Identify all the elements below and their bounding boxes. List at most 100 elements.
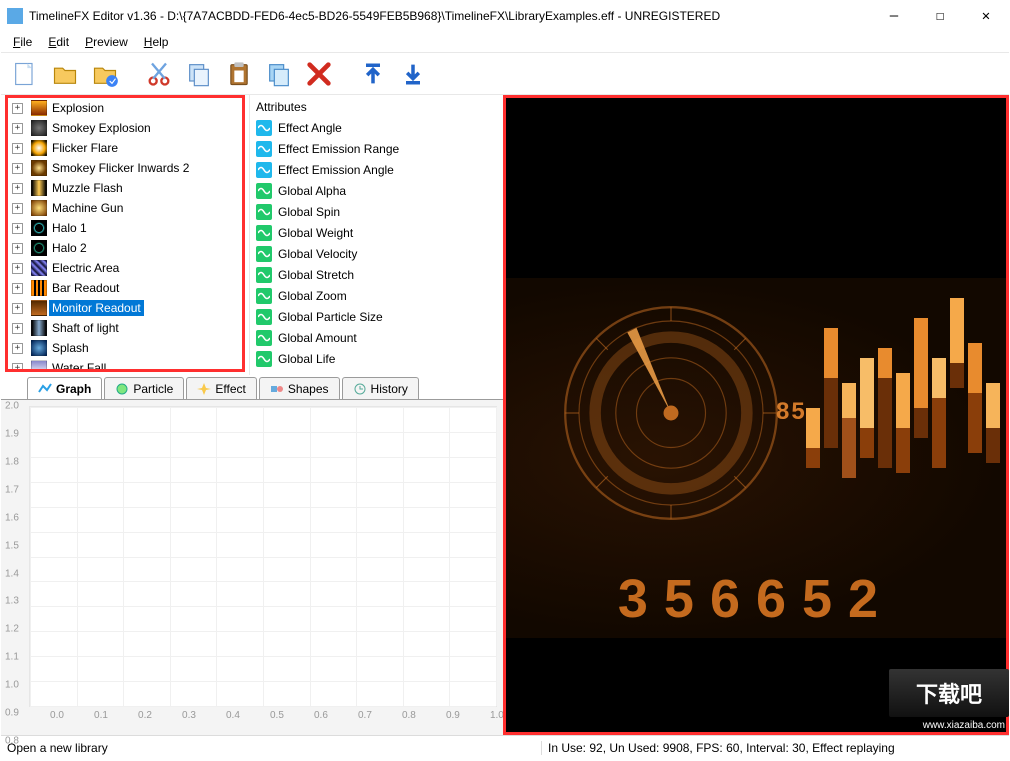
status-hint: Open a new library bbox=[1, 741, 541, 755]
attribute-label: Global Zoom bbox=[278, 289, 347, 303]
expand-icon[interactable]: + bbox=[12, 363, 23, 370]
effect-thumbnail bbox=[31, 180, 47, 196]
wave-icon bbox=[256, 120, 272, 136]
gauge-value: 85 bbox=[776, 398, 807, 426]
tree-item[interactable]: + Smokey Flicker Inwards 2 bbox=[8, 158, 242, 178]
attribute-row[interactable]: Effect Emission Angle bbox=[254, 159, 499, 180]
tab-effect[interactable]: Effect bbox=[186, 377, 256, 399]
tab-shapes[interactable]: Shapes bbox=[259, 377, 340, 399]
effect-thumbnail bbox=[31, 200, 47, 216]
delete-button[interactable] bbox=[301, 56, 337, 92]
effect-thumbnail bbox=[31, 300, 47, 316]
import-button[interactable] bbox=[355, 56, 391, 92]
tree-item-label: Muzzle Flash bbox=[49, 180, 126, 196]
attribute-label: Global Alpha bbox=[278, 184, 346, 198]
expand-icon[interactable]: + bbox=[12, 243, 23, 254]
wave-icon bbox=[256, 267, 272, 283]
attribute-row[interactable]: Global Spin bbox=[254, 201, 499, 222]
tree-item[interactable]: + Shaft of light bbox=[8, 318, 242, 338]
effect-thumbnail bbox=[31, 120, 47, 136]
wave-icon bbox=[256, 309, 272, 325]
duplicate-button[interactable] bbox=[261, 56, 297, 92]
new-library-button[interactable] bbox=[7, 56, 43, 92]
tree-item[interactable]: + Explosion bbox=[8, 98, 242, 118]
attribute-row[interactable]: Global Stretch bbox=[254, 264, 499, 285]
attribute-label: Global Life bbox=[278, 352, 335, 366]
attributes-panel: Attributes Effect Angle Effect Emission … bbox=[249, 95, 503, 375]
attribute-row[interactable]: Global Weight bbox=[254, 222, 499, 243]
tree-item-label: Water Fall bbox=[49, 360, 109, 369]
attribute-row[interactable]: Effect Emission Range bbox=[254, 138, 499, 159]
attribute-row[interactable]: Global Particle Size bbox=[254, 306, 499, 327]
tree-item[interactable]: + Flicker Flare bbox=[8, 138, 242, 158]
tree-item-label: Shaft of light bbox=[49, 320, 122, 336]
save-button[interactable] bbox=[87, 56, 123, 92]
tab-shapes-label: Shapes bbox=[288, 382, 329, 396]
tree-item[interactable]: + Machine Gun bbox=[8, 198, 242, 218]
close-button[interactable]: ✕ bbox=[963, 1, 1009, 31]
tree-item-label: Smokey Explosion bbox=[49, 120, 154, 136]
tabs-row: Graph Particle Effect Shapes History bbox=[1, 375, 503, 399]
toolbar bbox=[1, 53, 1009, 95]
effect-thumbnail bbox=[31, 360, 47, 369]
menu-help[interactable]: Help bbox=[136, 33, 177, 51]
tree-item-label: Bar Readout bbox=[49, 280, 122, 296]
tree-item-label: Halo 2 bbox=[49, 240, 90, 256]
tree-item[interactable]: + Halo 2 bbox=[8, 238, 242, 258]
cut-button[interactable] bbox=[141, 56, 177, 92]
paste-button[interactable] bbox=[221, 56, 257, 92]
tree-item[interactable]: + Smokey Explosion bbox=[8, 118, 242, 138]
expand-icon[interactable]: + bbox=[12, 203, 23, 214]
attribute-label: Effect Angle bbox=[278, 121, 342, 135]
tab-graph[interactable]: Graph bbox=[27, 377, 102, 399]
graph-icon bbox=[38, 382, 52, 396]
expand-icon[interactable]: + bbox=[12, 263, 23, 274]
expand-icon[interactable]: + bbox=[12, 163, 23, 174]
menu-bar: File Edit Preview Help bbox=[1, 31, 1009, 53]
graph-canvas[interactable] bbox=[29, 406, 497, 707]
expand-icon[interactable]: + bbox=[12, 103, 23, 114]
menu-edit[interactable]: Edit bbox=[40, 33, 77, 51]
minimize-button[interactable]: — bbox=[871, 1, 917, 31]
attribute-row[interactable]: Global Alpha bbox=[254, 180, 499, 201]
attribute-row[interactable]: Global Zoom bbox=[254, 285, 499, 306]
wave-icon bbox=[256, 183, 272, 199]
tree-item[interactable]: + Electric Area bbox=[8, 258, 242, 278]
tab-history[interactable]: History bbox=[342, 377, 419, 399]
expand-icon[interactable]: + bbox=[12, 143, 23, 154]
attribute-row[interactable]: Effect Angle bbox=[254, 117, 499, 138]
tree-item[interactable]: + Bar Readout bbox=[8, 278, 242, 298]
wave-icon bbox=[256, 225, 272, 241]
menu-file[interactable]: File bbox=[5, 33, 40, 51]
expand-icon[interactable]: + bbox=[12, 343, 23, 354]
history-icon bbox=[353, 382, 367, 396]
effect-thumbnail bbox=[31, 320, 47, 336]
tree-item[interactable]: + Water Fall bbox=[8, 358, 242, 369]
graph-panel: 0.00.10.20.30.40.50.60.70.80.91.0 0.80.9… bbox=[1, 399, 503, 735]
attribute-row[interactable]: Global Velocity bbox=[254, 243, 499, 264]
tree-item[interactable]: + Halo 1 bbox=[8, 218, 242, 238]
preview-viewport[interactable]: 85 356652 bbox=[503, 95, 1009, 735]
tree-item[interactable]: + Monitor Readout bbox=[8, 298, 242, 318]
expand-icon[interactable]: + bbox=[12, 123, 23, 134]
attribute-row[interactable]: Global Amount bbox=[254, 327, 499, 348]
expand-icon[interactable]: + bbox=[12, 223, 23, 234]
attributes-header: Attributes bbox=[254, 97, 499, 117]
menu-preview[interactable]: Preview bbox=[77, 33, 136, 51]
expand-icon[interactable]: + bbox=[12, 183, 23, 194]
expand-icon[interactable]: + bbox=[12, 303, 23, 314]
maximize-button[interactable]: ☐ bbox=[917, 1, 963, 31]
effect-thumbnail bbox=[31, 220, 47, 236]
open-library-button[interactable] bbox=[47, 56, 83, 92]
effect-thumbnail bbox=[31, 140, 47, 156]
expand-icon[interactable]: + bbox=[12, 323, 23, 334]
effects-tree[interactable]: + Explosion+ Smokey Explosion+ Flicker F… bbox=[5, 95, 245, 372]
expand-icon[interactable]: + bbox=[12, 283, 23, 294]
tree-item[interactable]: + Splash bbox=[8, 338, 242, 358]
tab-particle[interactable]: Particle bbox=[104, 377, 184, 399]
tree-item[interactable]: + Muzzle Flash bbox=[8, 178, 242, 198]
export-button[interactable] bbox=[395, 56, 431, 92]
watermark-url: www.xiazaiba.com bbox=[923, 720, 1005, 731]
attribute-row[interactable]: Global Life bbox=[254, 348, 499, 369]
copy-button[interactable] bbox=[181, 56, 217, 92]
